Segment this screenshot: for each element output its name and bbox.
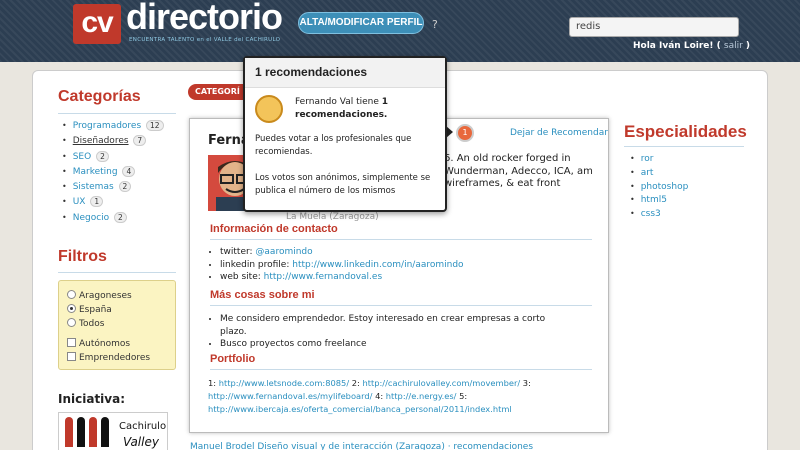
portfolio-link[interactable]: http://www.letsnode.com:8085/ bbox=[219, 378, 349, 388]
iniciativa-title: Iniciativa: bbox=[58, 392, 126, 406]
popup-line: Fernando Val tiene 1 recomendaciones. bbox=[295, 97, 389, 120]
tooltip-arrow-icon bbox=[446, 126, 453, 138]
portfolio-list: 1: http://www.letsnode.com:8085/ 2: http… bbox=[208, 378, 531, 414]
checkbox-autonomos[interactable]: Autónomos bbox=[67, 338, 130, 349]
portfolio-divider bbox=[210, 369, 592, 370]
category-count: 2 bbox=[118, 181, 132, 193]
portfolio-link[interactable]: http://cachirulovalley.com/movember/ bbox=[362, 378, 520, 388]
logo-figure-icon bbox=[77, 417, 85, 447]
especialidad-item[interactable]: • html5 bbox=[630, 195, 688, 209]
contact-list: twitter: @aaromindo linkedin profile: ht… bbox=[220, 247, 464, 285]
category-tab[interactable]: CATEGORÍ bbox=[188, 84, 250, 100]
contact-item: linkedin profile: http://www.linkedin.co… bbox=[220, 260, 464, 273]
cachirulo-valley-logo[interactable]: Cachirulo Valley bbox=[58, 412, 168, 450]
especialidades-title: Especialidades bbox=[624, 122, 747, 141]
logo-line2: Valley bbox=[123, 435, 159, 449]
portfolio-title: Portfolio bbox=[210, 353, 256, 365]
especialidad-item[interactable]: • art bbox=[630, 168, 688, 182]
search-input[interactable]: redis bbox=[569, 17, 739, 37]
twitter-link[interactable]: @aaromindo bbox=[255, 247, 312, 257]
checkbox[interactable] bbox=[67, 352, 76, 361]
radio-button[interactable] bbox=[67, 318, 76, 327]
popup-body: Puedes votar a los profesionales que rec… bbox=[255, 134, 412, 157]
filtros-divider bbox=[58, 272, 176, 273]
radio-aragoneses[interactable]: Aragoneses bbox=[67, 290, 132, 301]
popup-title: 1 recomendaciones bbox=[245, 58, 445, 88]
category-item[interactable]: • Marketing 4 bbox=[62, 165, 164, 181]
help-link[interactable]: ? bbox=[432, 18, 438, 31]
categorias-divider bbox=[58, 113, 176, 114]
radio-todos[interactable]: Todos bbox=[67, 318, 104, 329]
linkedin-link[interactable]: http://www.linkedin.com/in/aaromindo bbox=[292, 260, 463, 270]
especialidad-item[interactable]: • photoshop bbox=[630, 182, 688, 196]
portfolio-link[interactable]: http://e.nergy.es/ bbox=[386, 391, 457, 401]
filtros-title: Filtros bbox=[58, 248, 107, 265]
category-item-selected[interactable]: • Diseñadores 7 bbox=[62, 135, 164, 150]
popup-note: Los votos son anónimos, simplemente se p… bbox=[255, 173, 431, 196]
category-count: 12 bbox=[146, 120, 164, 131]
especialidades-divider bbox=[624, 146, 744, 147]
contact-item: twitter: @aaromindo bbox=[220, 247, 464, 260]
profile-location: La Muela (Zaragoza) bbox=[286, 212, 379, 222]
category-item[interactable]: • UX 1 bbox=[62, 196, 164, 211]
profile-description: 6. An old rocker forged in Wunderman, Ad… bbox=[444, 153, 593, 189]
categorias-list: • Programadores 12 • Diseñadores 7 • SEO 2 … bbox=[62, 120, 164, 227]
next-profile-row[interactable]: Manuel Brodel Diseño visual y de interac… bbox=[190, 442, 533, 450]
greeting: Hola Iván Loire! ( salir ) bbox=[633, 41, 750, 51]
categorias-title: Categorías bbox=[58, 88, 141, 105]
contact-item: web site: http://www.fernandoval.es bbox=[220, 272, 464, 285]
beer-icon bbox=[255, 95, 283, 123]
mas-title: Más cosas sobre mi bbox=[210, 289, 315, 301]
mas-list: Me considero emprendedor. Estoy interesa… bbox=[220, 313, 560, 352]
checkbox[interactable] bbox=[67, 338, 76, 347]
category-count: 4 bbox=[122, 165, 136, 177]
alta-perfil-button[interactable]: ALTA/MODIFICAR PERFIL bbox=[298, 12, 424, 34]
mas-item: Busco proyectos como freelance bbox=[220, 339, 560, 352]
filtros-box: Aragoneses España Todos Autónomos Empren… bbox=[58, 280, 176, 370]
checkbox-emprendedores[interactable]: Emprendedores bbox=[67, 352, 150, 363]
portfolio-link[interactable]: http://www.ibercaja.es/oferta_comercial/… bbox=[208, 404, 512, 414]
especialidad-item[interactable]: • ror bbox=[630, 154, 688, 168]
logo-tagline: ENCUENTRA TALENTO en el VALLE del CACHIR… bbox=[129, 37, 281, 43]
logo-cv-badge[interactable]: cv bbox=[73, 4, 121, 44]
logout-link[interactable]: salir bbox=[724, 41, 743, 51]
logo-text[interactable]: directorio bbox=[126, 0, 283, 38]
radio-button[interactable] bbox=[67, 290, 76, 299]
category-count: 2 bbox=[114, 211, 127, 223]
radio-espana[interactable]: España bbox=[67, 304, 112, 315]
especialidades-list: • ror • art • photoshop • html5 • css3 bbox=[630, 154, 688, 223]
logo-figure-icon bbox=[101, 417, 109, 447]
category-item[interactable]: • Negocio 2 bbox=[62, 211, 164, 227]
category-item[interactable]: • Programadores 12 bbox=[62, 120, 164, 135]
website-link[interactable]: http://www.fernandoval.es bbox=[264, 272, 383, 282]
recommend-count-badge[interactable]: 1 bbox=[456, 124, 474, 142]
logo-figure-icon bbox=[65, 417, 73, 447]
especialidad-item[interactable]: • css3 bbox=[630, 209, 688, 223]
category-count: 7 bbox=[133, 135, 147, 147]
category-count: 1 bbox=[90, 196, 104, 208]
radio-button-checked[interactable] bbox=[67, 304, 76, 313]
recommendations-popup: 1 recomendaciones Fernando Val tiene 1 r… bbox=[243, 56, 447, 212]
logo-line1: Cachirulo bbox=[119, 421, 167, 432]
portfolio-link[interactable]: http://www.fernandoval.es/mylifeboard/ bbox=[208, 391, 372, 401]
category-count: 2 bbox=[96, 150, 109, 162]
logo-figure-icon bbox=[89, 417, 97, 447]
greeting-text: Hola Iván Loire! ( bbox=[633, 41, 721, 51]
category-item[interactable]: • SEO 2 bbox=[62, 150, 164, 166]
mas-item: Me considero emprendedor. Estoy interesa… bbox=[220, 313, 560, 339]
mas-divider bbox=[210, 305, 592, 306]
category-item[interactable]: • Sistemas 2 bbox=[62, 181, 164, 196]
contact-divider bbox=[210, 239, 592, 240]
contact-title: Información de contacto bbox=[210, 223, 338, 235]
greeting-close: ) bbox=[745, 41, 751, 51]
unrecommend-link[interactable]: Dejar de Recomendar bbox=[510, 128, 608, 138]
